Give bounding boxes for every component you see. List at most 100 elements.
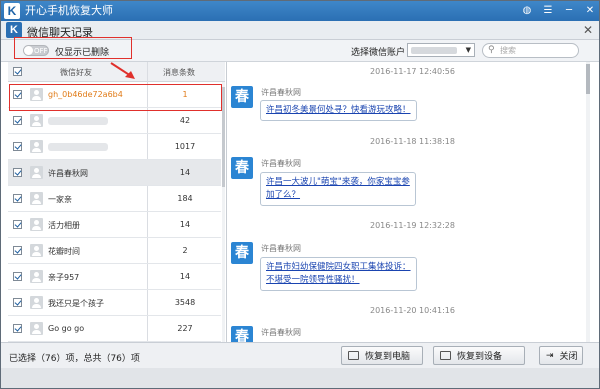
chunqiu-avatar-icon: 春 bbox=[231, 86, 253, 108]
row-checkbox[interactable] bbox=[13, 272, 22, 281]
search-input[interactable]: ⚲ 搜索 bbox=[482, 43, 579, 58]
row-checkbox[interactable] bbox=[13, 324, 22, 333]
search-placeholder: 搜索 bbox=[500, 46, 516, 55]
message-panel: 2016-11-17 12:40:56 春 许昌春秋网 许昌初冬美景何处寻？快看… bbox=[226, 62, 590, 348]
title-bar: K 开心手机恢复大师 ◍ ☰ ─ ✕ bbox=[1, 1, 599, 21]
search-icon: ⚲ bbox=[488, 45, 495, 55]
device-icon bbox=[440, 351, 451, 360]
restore-to-device-label: 恢复到设备 bbox=[457, 352, 503, 362]
message-line: 许昌一大波儿"萌宝"来袭，你家宝宝参 bbox=[266, 177, 410, 187]
row-checkbox[interactable] bbox=[13, 194, 22, 203]
message-count: 184 bbox=[177, 194, 193, 203]
list-scrollbar-thumb[interactable] bbox=[222, 87, 225, 187]
list-item[interactable]: 亲子957 14 bbox=[8, 264, 221, 290]
row-checkbox[interactable] bbox=[13, 298, 22, 307]
message-count: 2 bbox=[182, 246, 188, 255]
list-item[interactable]: Go go go 227 bbox=[8, 316, 221, 342]
friend-name: 我还只是个孩子 bbox=[48, 299, 104, 308]
avatar-icon bbox=[30, 218, 43, 231]
app-logo-icon: K bbox=[4, 3, 20, 19]
message-sender: 许昌春秋网 bbox=[261, 88, 301, 97]
avatar-icon bbox=[30, 296, 43, 309]
friend-name-redacted bbox=[48, 117, 108, 125]
chunqiu-avatar-icon: 春 bbox=[231, 242, 253, 264]
list-item[interactable]: 活力相册 14 bbox=[8, 212, 221, 238]
column-header-count: 消息条数 bbox=[163, 68, 195, 77]
message-count: 14 bbox=[179, 272, 191, 281]
message-count: 14 bbox=[179, 168, 191, 177]
message-timestamp: 2016-11-19 12:32:28 bbox=[370, 221, 455, 230]
message-line: 加了么？ bbox=[266, 190, 301, 200]
title-bar-controls: ◍ ☰ ─ ✕ bbox=[520, 4, 597, 18]
chevron-down-icon: ▼ bbox=[465, 46, 471, 54]
avatar-icon bbox=[30, 244, 43, 257]
restore-to-device-button[interactable]: 恢复到设备 bbox=[433, 346, 525, 365]
selection-status: 已选择（76）项，总共（76）项 bbox=[9, 354, 140, 364]
message-sender: 许昌春秋网 bbox=[261, 244, 301, 253]
annotation-arrow-icon bbox=[110, 62, 135, 79]
row-checkbox[interactable] bbox=[13, 220, 22, 229]
message-timestamp: 2016-11-17 12:40:56 bbox=[370, 67, 455, 76]
account-select[interactable]: ▼ bbox=[407, 43, 475, 57]
close-label: 关闭 bbox=[559, 352, 578, 362]
message-bubble[interactable]: 许昌一大波儿"萌宝"来袭，你家宝宝参 加了么？ bbox=[260, 172, 416, 206]
message-line: 许昌初冬美景何处寻？快看游玩攻略！ bbox=[266, 105, 411, 115]
friend-name: 活力相册 bbox=[48, 221, 80, 230]
chunqiu-avatar-icon: 春 bbox=[231, 157, 253, 179]
avatar-icon bbox=[30, 140, 43, 153]
close-button[interactable]: ⇥ 关闭 bbox=[539, 346, 583, 365]
avatar-icon bbox=[30, 270, 43, 283]
bottom-bar: 已选择（76）项，总共（76）项 恢复到电脑 恢复到设备 ⇥ 关闭 bbox=[1, 342, 599, 368]
message-count: 42 bbox=[179, 116, 191, 125]
message-bubble[interactable]: 许昌初冬美景何处寻？快看游玩攻略！ bbox=[260, 100, 417, 121]
annotation-box-row bbox=[9, 84, 222, 111]
message-count: 1017 bbox=[174, 142, 196, 151]
friend-name: 亲子957 bbox=[48, 273, 80, 282]
subwindow-logo-icon: K bbox=[6, 22, 22, 38]
close-icon[interactable]: ✕ bbox=[583, 4, 597, 18]
message-count: 14 bbox=[179, 220, 191, 229]
message-count: 3548 bbox=[174, 298, 196, 307]
subwindow-close-icon[interactable]: ✕ bbox=[583, 23, 593, 37]
exit-icon: ⇥ bbox=[546, 350, 554, 361]
minimize-icon[interactable]: ─ bbox=[562, 4, 576, 18]
message-scrollbar-thumb[interactable] bbox=[586, 64, 590, 94]
message-timestamp: 2016-11-20 10:41:16 bbox=[370, 306, 455, 315]
list-item[interactable]: 1017 bbox=[8, 134, 221, 160]
menu-icon[interactable]: ☰ bbox=[541, 4, 555, 18]
message-line: 许昌市妇幼保健院四女职工集体投诉： bbox=[266, 262, 411, 272]
row-checkbox[interactable] bbox=[13, 142, 22, 151]
row-checkbox[interactable] bbox=[13, 246, 22, 255]
friend-name: 花瓣时间 bbox=[48, 247, 80, 256]
friend-name: Go go go bbox=[48, 324, 85, 333]
message-bubble[interactable]: 许昌市妇幼保健院四女职工集体投诉： 不堪受一院领导性骚扰！ bbox=[260, 257, 417, 291]
column-header-friend: 微信好友 bbox=[60, 68, 92, 77]
account-label: 选择微信账户 bbox=[351, 48, 406, 58]
row-checkbox[interactable] bbox=[13, 168, 22, 177]
app-window: K 开心手机恢复大师 ◍ ☰ ─ ✕ K 微信聊天记录 ✕ OFF 仅显示已删除… bbox=[0, 0, 600, 389]
app-title: 开心手机恢复大师 bbox=[25, 4, 113, 17]
message-scrollbar[interactable] bbox=[586, 62, 590, 342]
avatar-icon bbox=[30, 166, 43, 179]
list-item[interactable]: 许昌春秋网 14 bbox=[8, 160, 221, 186]
restore-to-pc-label: 恢复到电脑 bbox=[365, 352, 411, 362]
list-item[interactable]: 42 bbox=[8, 108, 221, 134]
select-all-checkbox[interactable] bbox=[13, 67, 22, 76]
friend-name-redacted bbox=[48, 143, 108, 151]
list-item[interactable]: 我还只是个孩子 3548 bbox=[8, 290, 221, 316]
restore-to-pc-button[interactable]: 恢复到电脑 bbox=[341, 346, 423, 365]
message-line: 不堪受一院领导性骚扰！ bbox=[266, 275, 360, 285]
list-scrollbar[interactable] bbox=[222, 82, 225, 342]
row-checkbox[interactable] bbox=[13, 116, 22, 125]
friend-name: 许昌春秋网 bbox=[48, 169, 88, 178]
message-sender: 许昌春秋网 bbox=[261, 159, 301, 168]
computer-icon bbox=[348, 351, 359, 360]
message-sender: 许昌春秋网 bbox=[261, 328, 301, 337]
friend-name: 一家亲 bbox=[48, 195, 72, 204]
avatar-icon bbox=[30, 114, 43, 127]
list-item[interactable]: 花瓣时间 2 bbox=[8, 238, 221, 264]
message-timestamp: 2016-11-18 11:38:18 bbox=[370, 137, 455, 146]
avatar-icon bbox=[30, 322, 43, 335]
wechat-icon[interactable]: ◍ bbox=[520, 4, 534, 18]
list-item[interactable]: 一家亲 184 bbox=[8, 186, 221, 212]
